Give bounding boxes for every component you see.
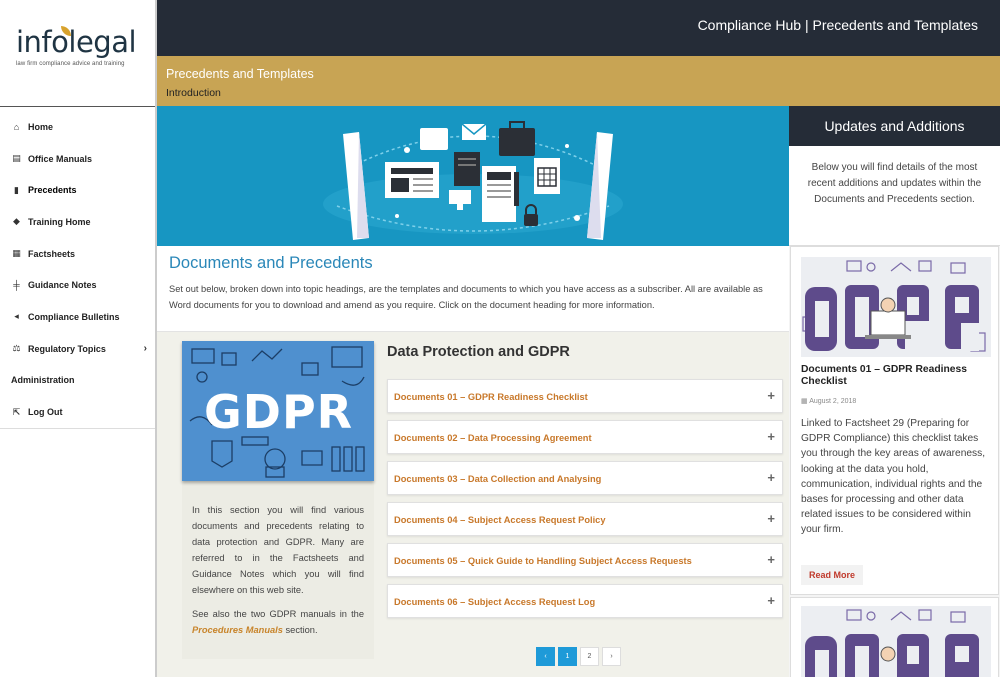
logo-wordmark: infolegal bbox=[16, 25, 137, 59]
documents-intro: Documents and Precedents Set out below, … bbox=[157, 246, 789, 332]
sidebar-item-label: Factsheets bbox=[28, 248, 76, 259]
procedures-manuals-link[interactable]: Procedures Manuals bbox=[192, 625, 283, 635]
update-date-text: August 2, 2018 bbox=[809, 398, 857, 405]
gdpr-paragraph: In this section you will find various do… bbox=[192, 505, 364, 595]
pagination-page-2[interactable]: 2 bbox=[580, 647, 599, 666]
newspaper-icon: ▦ bbox=[12, 248, 21, 259]
gdpr-image-text: GDPR bbox=[204, 385, 354, 439]
documents-illustration-icon bbox=[323, 121, 623, 240]
sidebar-item-home[interactable]: ⌂ Home bbox=[0, 111, 155, 143]
sidebar-item-guidance-notes[interactable]: ╪ Guidance Notes bbox=[0, 269, 155, 301]
accordion-label: Documents 01 – GDPR Readiness Checklist bbox=[394, 392, 588, 402]
chevron-right-icon: › bbox=[143, 343, 147, 355]
updates-description: Below you will find details of the most … bbox=[789, 146, 1000, 246]
pagination-prev[interactable]: ‹ bbox=[536, 647, 555, 666]
accordion-label: Documents 02 – Data Processing Agreement bbox=[394, 433, 592, 443]
sidebar-item-administration[interactable]: Administration bbox=[0, 365, 155, 397]
sidebar-item-factsheets[interactable]: ▦ Factsheets bbox=[0, 238, 155, 270]
accordion-document-4[interactable]: Documents 04 – Subject Access Request Po… bbox=[387, 502, 783, 536]
sidebar-item-label: Office Manuals bbox=[28, 153, 93, 164]
update-card-image[interactable] bbox=[801, 257, 991, 357]
sidebar-item-office-manuals[interactable]: ▤ Office Manuals bbox=[0, 143, 155, 175]
hero-banner bbox=[157, 106, 789, 246]
documents-description: Set out below, broken down into topic he… bbox=[169, 284, 763, 310]
update-card-title[interactable]: Documents 01 – GDPR Readiness Checklist bbox=[801, 364, 991, 388]
data-protection-heading: Data Protection and GDPR bbox=[387, 344, 570, 360]
sidebar-item-label: Home bbox=[28, 121, 54, 132]
update-card-2-image[interactable] bbox=[801, 606, 991, 677]
sidebar-item-label: Compliance Bulletins bbox=[28, 311, 120, 322]
plus-icon[interactable]: + bbox=[767, 429, 775, 444]
read-more-button[interactable]: Read More bbox=[801, 565, 864, 585]
logo-tagline: law firm compliance advice and training bbox=[16, 61, 125, 67]
gdpr-card: GDPR In this section you will find vario… bbox=[182, 341, 374, 659]
sidebar-nav: ⌂ Home ▤ Office Manuals ▮ Precedents ◆ Training… bbox=[0, 107, 155, 429]
book-icon: ▤ bbox=[12, 153, 21, 164]
calendar-icon: ▦ bbox=[801, 398, 810, 405]
accordion-label: Documents 05 – Quick Guide to Handling S… bbox=[394, 556, 692, 566]
gdpr-section: GDPR In this section you will find vario… bbox=[157, 332, 789, 677]
graduation-cap-icon: ◆ bbox=[13, 216, 20, 227]
sidebar-item-label: Administration bbox=[11, 375, 75, 386]
logout-icon: ⇱ bbox=[12, 406, 21, 417]
pagination-next[interactable]: › bbox=[602, 647, 621, 666]
sidebar-item-precedents[interactable]: ▮ Precedents bbox=[0, 174, 155, 206]
update-card-date: ▦ August 2, 2018 bbox=[801, 397, 856, 405]
plus-icon[interactable]: + bbox=[767, 388, 775, 403]
plus-icon[interactable]: + bbox=[767, 593, 775, 608]
gdpr-description: In this section you will find various do… bbox=[182, 481, 374, 638]
accordion-document-2[interactable]: Documents 02 – Data Processing Agreement… bbox=[387, 420, 783, 454]
scales-icon: ⚖ bbox=[12, 343, 21, 354]
hub-title: Compliance Hub | Precedents and Template… bbox=[697, 17, 978, 33]
sidebar-item-label: Guidance Notes bbox=[28, 280, 97, 291]
sidebar-item-compliance-bulletins[interactable]: ◂ Compliance Bulletins bbox=[0, 301, 155, 333]
signpost-icon: ╪ bbox=[13, 280, 20, 291]
logo[interactable]: infolegal law firm compliance advice and… bbox=[0, 0, 155, 107]
sidebar-item-training-home[interactable]: ◆ Training Home bbox=[0, 206, 155, 238]
sidebar-item-label: Regulatory Topics bbox=[28, 343, 106, 354]
accordion-label: Documents 03 – Data Collection and Analy… bbox=[394, 474, 602, 484]
update-card-text: Linked to Factsheet 29 (Preparing for GD… bbox=[801, 418, 986, 536]
gdpr-illustration-icon bbox=[805, 609, 979, 677]
updates-list: Documents 01 – GDPR Readiness Checklist … bbox=[789, 246, 1000, 677]
plus-icon[interactable]: + bbox=[767, 470, 775, 485]
update-card: Documents 01 – GDPR Readiness Checklist … bbox=[790, 246, 999, 595]
gdpr-paragraph-see-also: See also the two GDPR manuals in the Pro… bbox=[192, 606, 364, 638]
accordion-document-6[interactable]: Documents 06 – Subject Access Request Lo… bbox=[387, 584, 783, 618]
page-header: Precedents and Templates Introduction bbox=[157, 56, 1000, 106]
documents-heading: Documents and Precedents bbox=[169, 254, 373, 272]
sidebar-item-log-out[interactable]: ⇱ Log Out bbox=[0, 396, 155, 428]
gdpr-image: GDPR bbox=[182, 341, 374, 481]
pagination: ‹ 1 2 › bbox=[536, 647, 621, 666]
page-subtitle: Introduction bbox=[166, 87, 221, 99]
see-also-text: See also the two GDPR manuals in the bbox=[192, 609, 364, 619]
bullhorn-icon: ◂ bbox=[14, 311, 19, 322]
accordion-document-1[interactable]: Documents 01 – GDPR Readiness Checklist + bbox=[387, 379, 783, 413]
accordion-label: Documents 06 – Subject Access Request Lo… bbox=[394, 597, 596, 607]
document-icon: ▮ bbox=[14, 184, 19, 195]
top-bar: Compliance Hub | Precedents and Template… bbox=[157, 0, 1000, 56]
accordion-label: Documents 04 – Subject Access Request Po… bbox=[394, 515, 606, 525]
sidebar-item-label: Precedents bbox=[28, 185, 77, 196]
page-title: Precedents and Templates bbox=[166, 67, 314, 81]
home-icon: ⌂ bbox=[13, 121, 20, 132]
accordion-document-3[interactable]: Documents 03 – Data Collection and Analy… bbox=[387, 461, 783, 495]
updates-heading: Updates and Additions bbox=[789, 106, 1000, 146]
sidebar: infolegal law firm compliance advice and… bbox=[0, 0, 157, 677]
gdpr-illustration-icon bbox=[802, 260, 986, 352]
sidebar-item-label: Training Home bbox=[28, 216, 91, 227]
plus-icon[interactable]: + bbox=[767, 511, 775, 526]
sidebar-item-label: Log Out bbox=[28, 407, 63, 418]
sidebar-item-regulatory-topics[interactable]: ⚖ Regulatory Topics › bbox=[0, 333, 155, 365]
update-card-2 bbox=[790, 597, 999, 677]
plus-icon[interactable]: + bbox=[767, 552, 775, 567]
pagination-page-1[interactable]: 1 bbox=[558, 647, 577, 666]
accordion-document-5[interactable]: Documents 05 – Quick Guide to Handling S… bbox=[387, 543, 783, 577]
see-also-suffix: section. bbox=[282, 625, 318, 635]
